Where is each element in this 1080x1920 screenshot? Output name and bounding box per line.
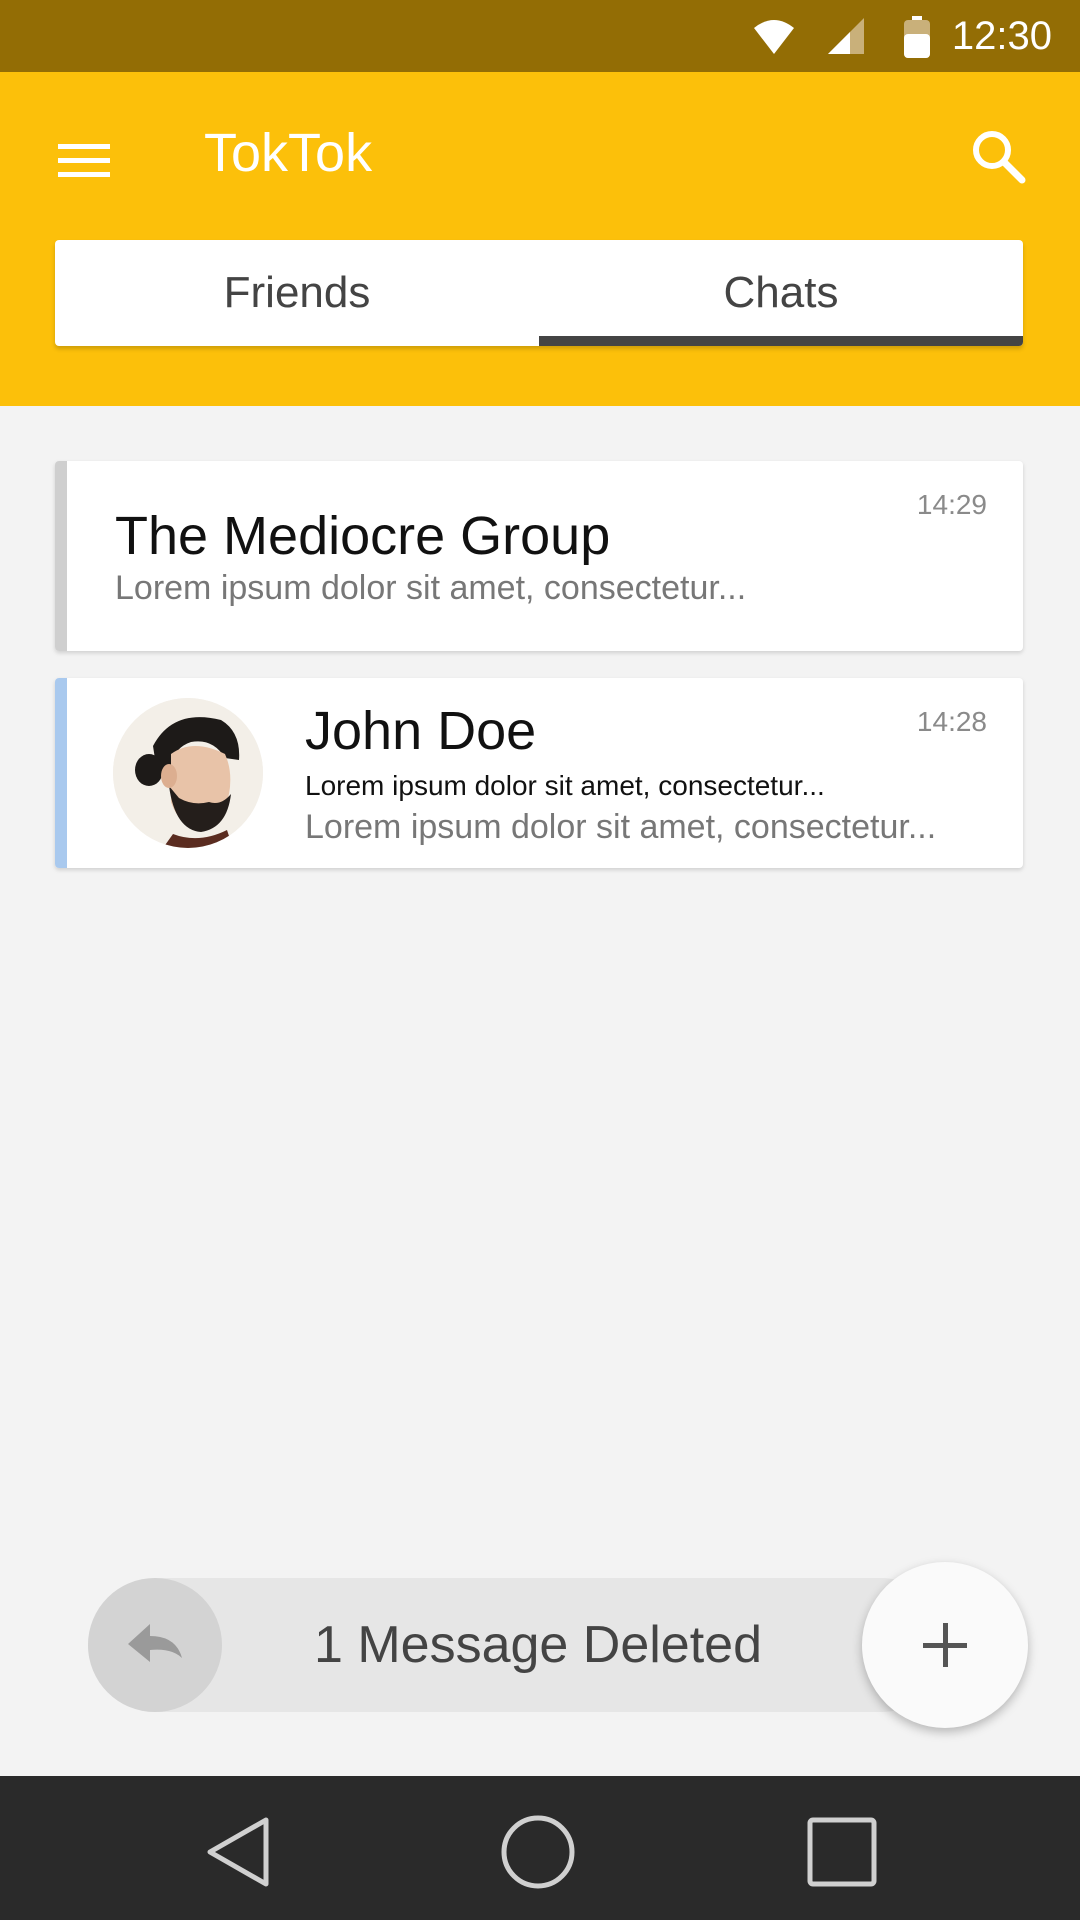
app-bar: TokTok Friends Chats xyxy=(0,72,1080,406)
chat-preview: Lorem ipsum dolor sit amet, consectetur.… xyxy=(115,569,747,607)
chat-name: John Doe xyxy=(305,701,537,761)
undo-button[interactable] xyxy=(88,1578,222,1712)
chat-preview-unread: Lorem ipsum dolor sit amet, consectetur.… xyxy=(305,770,825,801)
snackbar: 1 Message Deleted xyxy=(88,1578,948,1712)
undo-icon xyxy=(128,1624,182,1662)
chat-preview: Lorem ipsum dolor sit amet, consectetur.… xyxy=(305,808,937,846)
tab-chats[interactable]: Chats xyxy=(539,240,1023,346)
cell-signal-icon xyxy=(828,18,864,54)
search-icon[interactable] xyxy=(968,126,1028,186)
menu-icon[interactable] xyxy=(56,132,112,188)
chat-item-mediocre-group[interactable]: The Mediocre Group Lorem ipsum dolor sit… xyxy=(55,461,1023,651)
chat-name: The Mediocre Group xyxy=(115,506,611,566)
chat-item-john-doe[interactable]: John Doe Lorem ipsum dolor sit amet, con… xyxy=(55,678,1023,868)
back-icon[interactable] xyxy=(200,1812,280,1892)
plus-icon xyxy=(923,1623,967,1667)
recents-icon[interactable] xyxy=(802,1812,882,1892)
chat-time: 14:29 xyxy=(916,489,987,520)
app-title: TokTok xyxy=(204,123,373,183)
chat-item-stripe xyxy=(55,461,67,651)
status-time: 12:30 xyxy=(951,14,1052,58)
new-chat-button[interactable] xyxy=(862,1562,1028,1728)
wifi-icon xyxy=(754,20,794,54)
snackbar-message: 1 Message Deleted xyxy=(313,1616,763,1674)
system-nav-bar xyxy=(0,1776,1080,1920)
battery-icon xyxy=(904,16,930,58)
avatar xyxy=(113,698,263,848)
status-bar: 12:30 xyxy=(0,0,1080,72)
tab-bar: Friends Chats xyxy=(55,240,1023,346)
chat-item-stripe xyxy=(55,678,67,868)
home-icon[interactable] xyxy=(498,1812,578,1892)
tab-friends[interactable]: Friends xyxy=(55,240,539,346)
chat-time: 14:28 xyxy=(916,706,987,737)
